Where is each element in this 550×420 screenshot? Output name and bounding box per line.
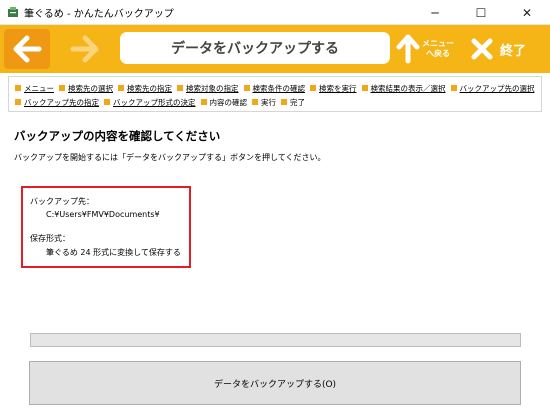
breadcrumb-marker-icon	[200, 99, 207, 105]
format-label: 保存形式：	[30, 234, 70, 243]
destination-value: C:¥Users¥FMV¥Documents¥	[46, 210, 160, 219]
menu-return-button[interactable]: メニュー へ戻る	[396, 29, 466, 69]
breadcrumb-label: 検索結果の表示／選択	[370, 83, 446, 93]
menu-return-label-line2: へ戻る	[426, 49, 450, 58]
close-button[interactable]: ✕	[504, 0, 550, 25]
breadcrumb-label: 検索を実行	[319, 83, 357, 93]
breadcrumb-label: 検索条件の確認	[252, 83, 306, 93]
window-title: 筆ぐるめ - かんたんバックアップ	[24, 9, 174, 20]
breadcrumb-label: バックアップ先の選択	[459, 83, 535, 93]
instruction-text: バックアップを開始するには「データをバックアップする」ボタンを押してください。	[14, 153, 326, 162]
breadcrumb-item-search-conditions[interactable]: 検索条件の確認	[243, 83, 306, 94]
toolbar-title: データをバックアップする	[120, 32, 390, 64]
arrow-left-icon	[13, 35, 42, 63]
breadcrumb-label: 内容の確認	[209, 97, 248, 107]
breadcrumb-marker-icon	[15, 85, 21, 91]
menu-return-label-line1: メニュー	[422, 39, 454, 48]
breadcrumb-item-backup-format[interactable]: バックアップ形式の決定	[104, 97, 196, 108]
breadcrumb-marker-icon	[177, 85, 183, 91]
breadcrumb-marker-icon	[118, 85, 124, 91]
breadcrumb-label: 完了	[290, 97, 305, 107]
breadcrumb-marker-icon	[450, 85, 457, 91]
exit-button[interactable]: 終了	[470, 29, 546, 69]
breadcrumb-item-search-target[interactable]: 検索対象の指定	[177, 83, 239, 94]
menu-return-label: メニュー へ戻る	[422, 39, 454, 59]
minimize-button[interactable]: ─	[412, 0, 458, 25]
backup-button[interactable]: データをバックアップする(O)	[29, 361, 521, 405]
summary-spacer	[30, 221, 189, 233]
breadcrumb-item-backup-dest-select[interactable]: バックアップ先の選択	[450, 83, 535, 94]
breadcrumb-item-backup-dest-specify[interactable]: バックアップ先の指定	[15, 97, 99, 108]
breadcrumb-label: 実行	[261, 97, 276, 107]
breadcrumb-marker-icon	[310, 85, 316, 91]
breadcrumb-line-1: メニュー 検索先の選択 検索先の指定 検索対象の指定 検索条件の確認 検索を実行…	[15, 81, 535, 95]
destination-label: バックアップ先：	[30, 197, 94, 206]
breadcrumb-item-menu[interactable]: メニュー	[15, 83, 54, 94]
toolbar: データをバックアップする メニュー へ戻る 終了	[0, 25, 550, 73]
breadcrumb-marker-icon	[243, 85, 250, 91]
breadcrumb-label: 検索先の指定	[127, 83, 172, 93]
breadcrumb-line-2: バックアップ先の指定 バックアップ形式の決定 内容の確認 実行 完了	[15, 95, 535, 109]
breadcrumb-label: 検索対象の指定	[186, 83, 239, 93]
page-heading: バックアップの内容を確認してください	[14, 129, 221, 143]
app-icon	[8, 7, 18, 17]
title-bar: 筆ぐるめ - かんたんバックアップ ─ ☐ ✕	[0, 0, 550, 25]
breadcrumb-marker-icon	[281, 99, 287, 105]
breadcrumb-label: バックアップ形式の決定	[113, 97, 196, 107]
breadcrumb-marker-icon	[59, 85, 65, 91]
breadcrumb-label: バックアップ先の指定	[24, 97, 99, 107]
breadcrumb-marker-icon	[361, 85, 368, 91]
breadcrumb-item-run-search[interactable]: 検索を実行	[310, 83, 357, 94]
breadcrumb-label: 検索先の選択	[68, 83, 113, 93]
breadcrumb-item-execute: 実行	[252, 97, 276, 108]
maximize-button[interactable]: ☐	[458, 0, 504, 25]
breadcrumb-item-confirm-current: 内容の確認	[200, 97, 248, 108]
breadcrumb-item-search-source-specify[interactable]: 検索先の指定	[118, 83, 172, 94]
forward-button[interactable]	[62, 29, 108, 69]
breadcrumb-item-search-source-select[interactable]: 検索先の選択	[59, 83, 113, 94]
breadcrumb-label: メニュー	[24, 83, 54, 93]
exit-label: 終了	[500, 43, 527, 59]
arrow-up-icon	[396, 34, 420, 64]
breadcrumb: メニュー 検索先の選択 検索先の指定 検索対象の指定 検索条件の確認 検索を実行…	[8, 76, 542, 112]
close-x-icon	[471, 38, 493, 60]
minimize-icon: ─	[431, 5, 439, 20]
breadcrumb-item-complete: 完了	[281, 97, 305, 108]
backup-summary-box: バックアップ先： C:¥Users¥FMV¥Documents¥ 保存形式： 筆…	[21, 186, 191, 268]
breadcrumb-marker-icon	[252, 99, 258, 105]
close-icon: ✕	[521, 5, 533, 20]
arrow-right-icon	[70, 35, 99, 63]
breadcrumb-marker-icon	[104, 99, 110, 105]
back-button[interactable]	[4, 29, 50, 69]
breadcrumb-item-search-results[interactable]: 検索結果の表示／選択	[361, 83, 446, 94]
maximize-icon: ☐	[475, 5, 487, 20]
format-value: 筆ぐるめ 24 形式に変換して保存する	[46, 248, 181, 257]
progress-bar	[30, 333, 521, 347]
breadcrumb-marker-icon	[15, 99, 21, 105]
